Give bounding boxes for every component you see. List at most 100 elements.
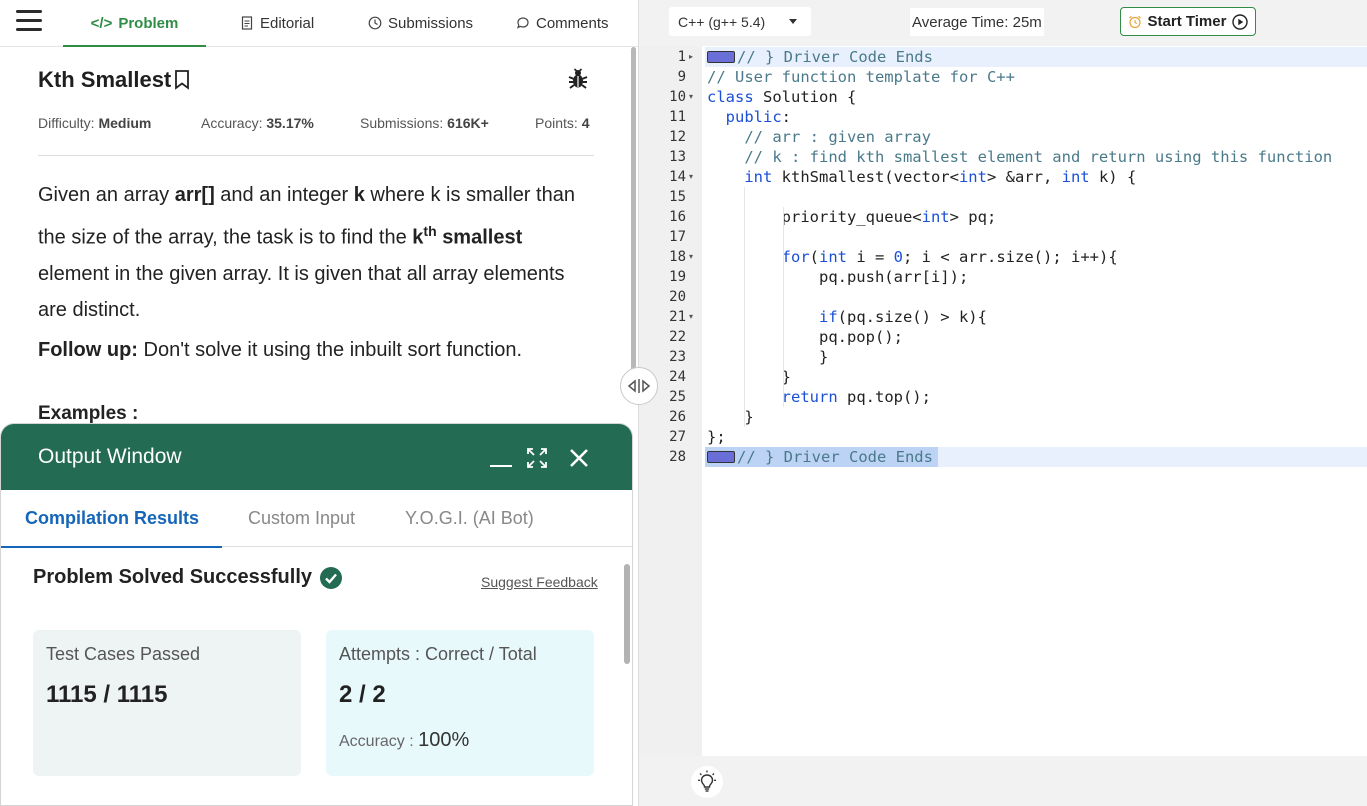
problem-meta: Difficulty: Medium Accuracy: 35.17% Subm… — [38, 115, 598, 131]
test-cases-value: 1115 / 1115 — [46, 681, 168, 708]
line-number: 28 — [669, 449, 686, 465]
output-window: Output Window Compilation Results Custom… — [0, 423, 633, 806]
bug-report-icon[interactable] — [566, 67, 590, 91]
line-number: 12 — [669, 129, 686, 145]
line-number: 9 — [677, 69, 686, 85]
tab-editorial[interactable]: Editorial — [240, 0, 314, 46]
code-line[interactable]: // } Driver Code Ends — [707, 447, 933, 467]
difficulty: Difficulty: Medium — [38, 115, 152, 131]
chevron-down-icon — [789, 19, 797, 24]
line-number: 19 — [669, 269, 686, 285]
code-line[interactable]: public: — [707, 107, 791, 127]
language-select[interactable]: C++ (g++ 5.4) — [669, 7, 811, 36]
line-number: 15 — [669, 189, 686, 205]
code-line[interactable]: int kthSmallest(vector<int> &arr, int k)… — [707, 167, 1136, 187]
code-line[interactable]: priority_queue<int> pq; — [707, 207, 997, 227]
clock-icon — [368, 16, 382, 30]
average-time: Average Time: 25m — [910, 8, 1044, 36]
line-number: 27 — [669, 429, 686, 445]
divider — [38, 155, 594, 156]
fold-toggle-icon[interactable]: ▾ — [689, 307, 697, 327]
line-number: 22 — [669, 329, 686, 345]
line-number: 14 — [669, 169, 686, 185]
examples-heading: Examples : — [38, 403, 139, 424]
code-line[interactable]: class Solution { — [707, 87, 856, 107]
check-circle-icon — [320, 566, 342, 589]
follow-up: Follow up: Don't solve it using the inbu… — [38, 339, 523, 361]
code-line[interactable]: // arr : given array — [707, 127, 931, 147]
fold-toggle-icon[interactable]: ▸ — [689, 47, 697, 67]
code-line[interactable]: for(int i = 0; i < arr.size(); i++){ — [707, 247, 1118, 267]
result-title: Problem Solved Successfully — [33, 566, 342, 589]
tab-problem[interactable]: </> Problem — [63, 0, 206, 47]
resize-arrows-icon — [627, 379, 651, 393]
accuracy: Accuracy: 35.17% — [201, 115, 314, 131]
test-cases-card: Test Cases Passed 1115 / 1115 — [33, 630, 301, 776]
tab-comments[interactable]: Comments — [516, 0, 609, 46]
line-number: 26 — [669, 409, 686, 425]
hint-button[interactable] — [691, 766, 723, 798]
lightbulb-icon — [698, 770, 716, 792]
line-number: 11 — [669, 109, 686, 125]
document-icon — [241, 16, 253, 30]
suggest-feedback-link[interactable]: Suggest Feedback — [481, 574, 598, 590]
indent-guide — [744, 187, 745, 427]
comment-icon — [516, 17, 529, 29]
line-number: 20 — [669, 289, 686, 305]
line-number: 21 — [669, 309, 686, 325]
line-number: 16 — [669, 209, 686, 225]
fold-toggle-icon[interactable]: ▾ — [689, 247, 697, 267]
code-line[interactable]: return pq.top(); — [707, 387, 931, 407]
alarm-clock-icon — [1128, 15, 1141, 28]
app-root: </> Problem Editorial Submissions Commen… — [0, 0, 1367, 806]
fold-toggle-icon[interactable]: ▾ — [689, 167, 697, 187]
attempts-value: 2 / 2 — [339, 681, 386, 708]
editor-toolbar: C++ (g++ 5.4) Average Time: 25m Start Ti… — [639, 0, 1367, 46]
code-line[interactable]: } — [707, 347, 828, 367]
code-line[interactable]: } — [707, 367, 791, 387]
attempts-card: Attempts : Correct / Total 2 / 2 Accurac… — [326, 630, 594, 776]
output-scrollbar[interactable] — [624, 564, 630, 664]
output-tabs: Compilation Results Custom Input Y.O.G.I… — [1, 490, 632, 548]
problem-title: Kth Smallest — [38, 67, 190, 93]
points: Points: 4 — [535, 115, 590, 131]
code-line[interactable]: } — [707, 407, 753, 427]
problem-scrollbar[interactable] — [631, 47, 636, 377]
problem-statement: Given an array arr[] and an integer k wh… — [38, 184, 575, 321]
code-line[interactable]: if(pq.size() > k){ — [707, 307, 987, 327]
code-line[interactable]: pq.push(arr[i]); — [707, 267, 968, 287]
problem-pane: </> Problem Editorial Submissions Commen… — [0, 0, 638, 806]
code-line[interactable]: // k : find kth smallest element and ret… — [707, 147, 1332, 167]
code-line[interactable]: // } Driver Code Ends — [707, 47, 933, 67]
line-number: 17 — [669, 229, 686, 245]
minimize-icon[interactable] — [489, 446, 513, 470]
submissions-count: Submissions: 616K+ — [360, 115, 489, 131]
tab-custom-input[interactable]: Custom Input — [248, 490, 355, 547]
code-line[interactable]: // User function template for C++ — [707, 67, 1015, 87]
line-number: 10 — [669, 89, 686, 105]
editor-footer — [639, 756, 1367, 806]
close-icon[interactable] — [567, 446, 591, 470]
editor-pane: C++ (g++ 5.4) Average Time: 25m Start Ti… — [638, 0, 1367, 806]
tab-submissions[interactable]: Submissions — [368, 0, 473, 46]
tab-compilation-results[interactable]: Compilation Results — [1, 490, 223, 548]
line-number: 23 — [669, 349, 686, 365]
line-number: 13 — [669, 149, 686, 165]
bookmark-icon[interactable] — [174, 70, 190, 90]
line-number: 18 — [669, 249, 686, 265]
start-timer-button[interactable]: Start Timer — [1120, 7, 1256, 36]
code-line[interactable]: pq.pop(); — [707, 327, 903, 347]
output-header: Output Window — [1, 424, 632, 490]
line-number: 1 — [677, 49, 686, 65]
expand-icon[interactable] — [525, 446, 549, 470]
tab-yogi-ai-bot[interactable]: Y.O.G.I. (AI Bot) — [405, 490, 534, 547]
code-line[interactable]: }; — [707, 427, 726, 447]
pane-resize-handle[interactable] — [620, 367, 658, 405]
indent-guide — [783, 207, 784, 407]
fold-toggle-icon[interactable]: ▾ — [689, 87, 697, 107]
code-editor[interactable]: 1 ▸ 9 10 ▾ 11 12 13 14 ▾ 15 16 17 18 ▾ 19 20 21 ▾ 22 23 24 25 2… — [639, 46, 1367, 756]
hamburger-menu-icon[interactable] — [16, 10, 42, 34]
play-circle-icon — [1232, 13, 1249, 30]
problem-nav: </> Problem Editorial Submissions Commen… — [0, 0, 638, 47]
accuracy-result: Accuracy : 100% — [339, 729, 470, 751]
